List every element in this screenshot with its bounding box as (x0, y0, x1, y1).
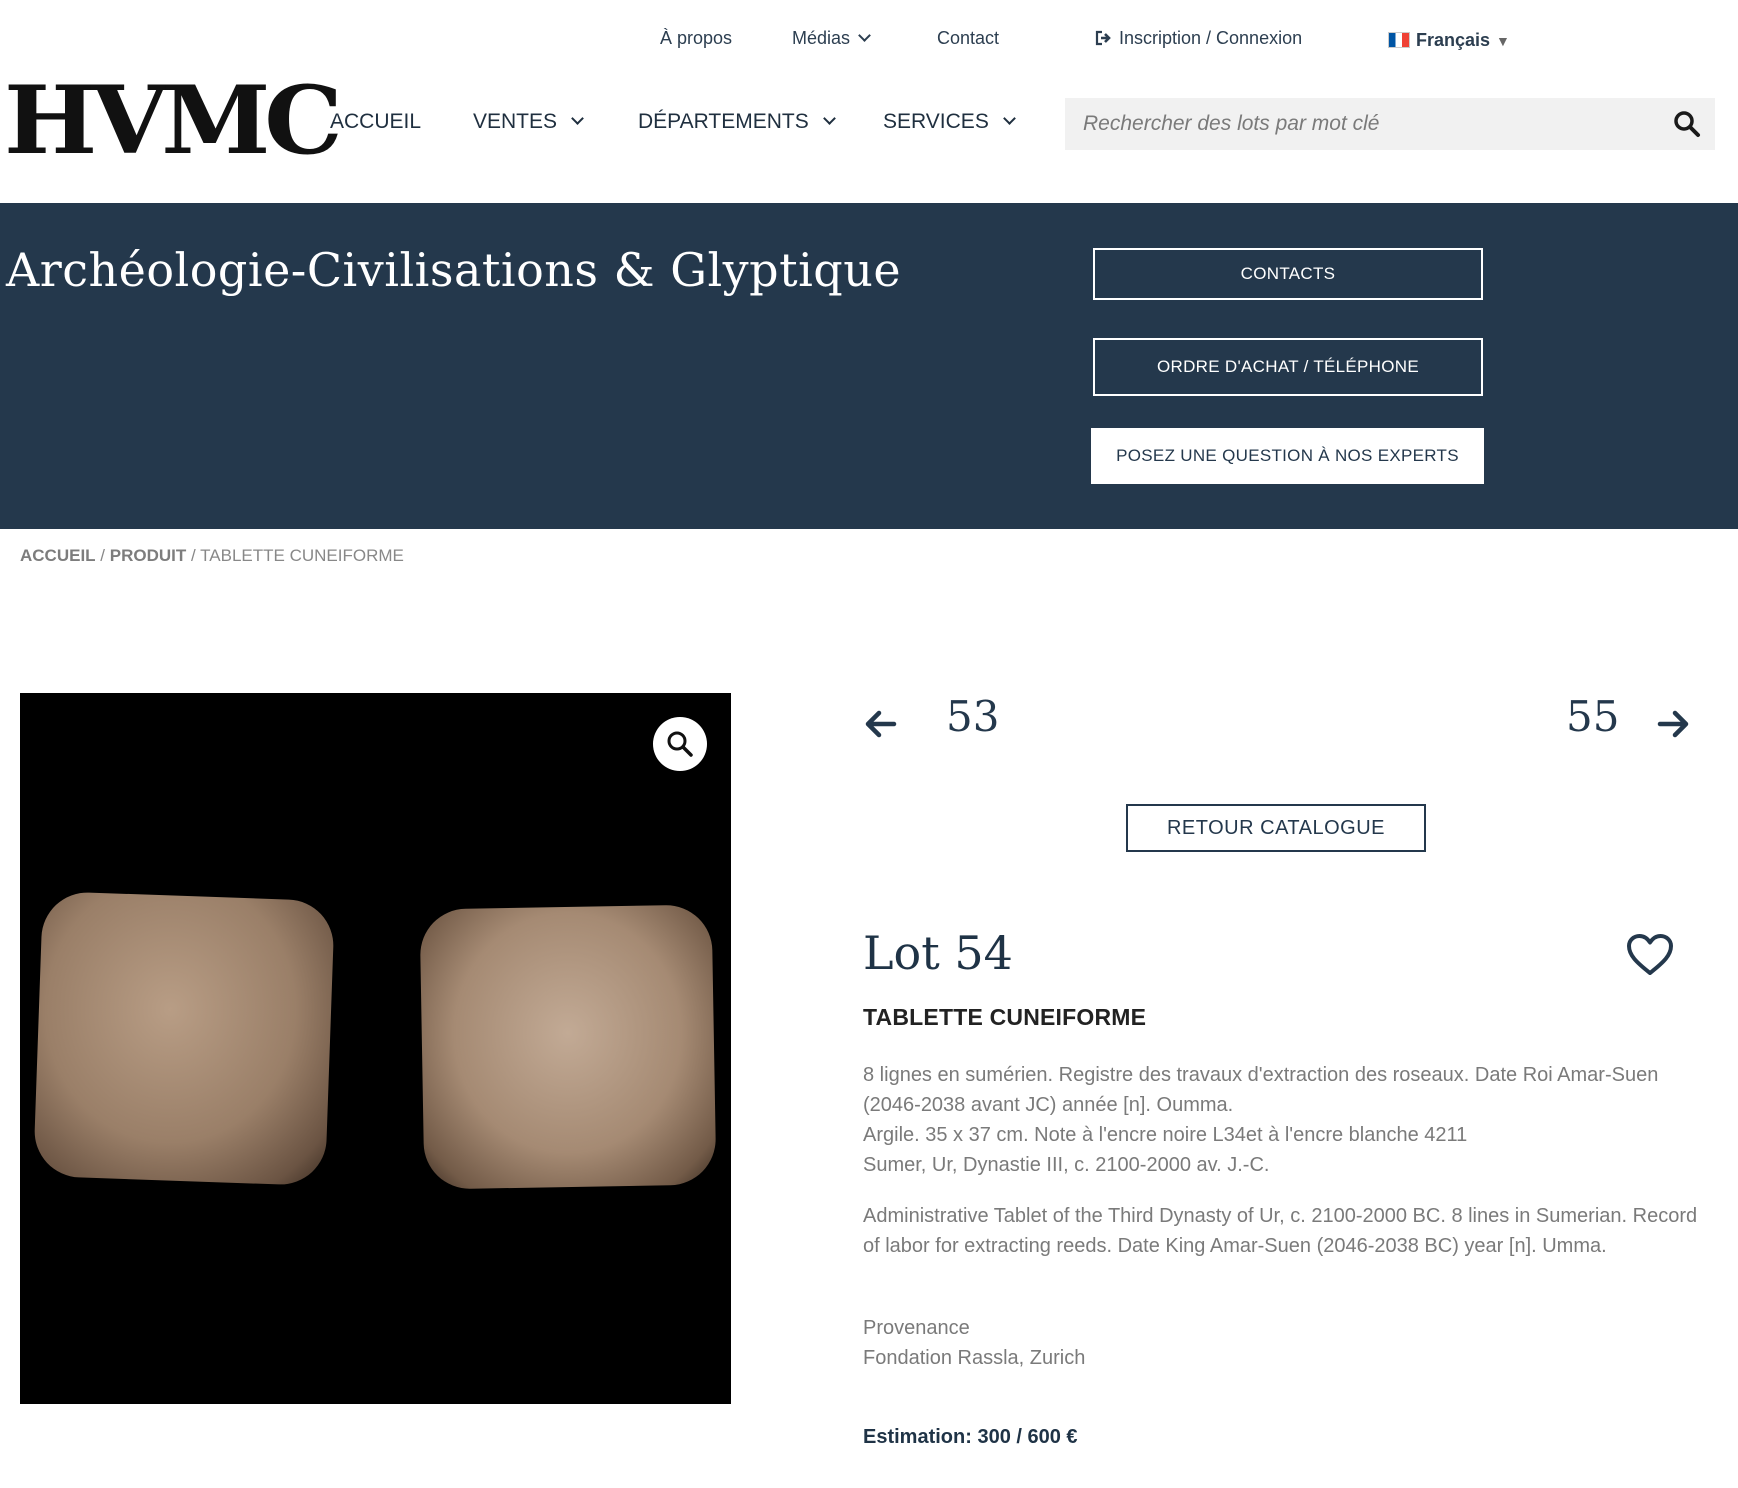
breadcrumb: ACCUEIL / PRODUIT / TABLETTE CUNEIFORME (20, 546, 404, 566)
arrow-left-icon[interactable] (862, 706, 898, 742)
breadcrumb-separator: / (100, 546, 106, 565)
top-link-about[interactable]: À propos (660, 28, 732, 49)
lot-name: TABLETTE CUNEIFORME (863, 1004, 1147, 1030)
product-image[interactable] (20, 693, 731, 1404)
nav-sales-label: VENTES (473, 110, 558, 133)
breadcrumb-separator: / (191, 546, 196, 565)
nav-services-label: SERVICES (883, 110, 989, 133)
description-fr-line: Argile. 35 x 37 cm. Note à l'encre noire… (863, 1124, 1468, 1146)
breadcrumb-current: TABLETTE CUNEIFORME (200, 546, 404, 565)
nav-home[interactable]: ACCUEIL (330, 110, 421, 134)
chevron-down-icon (1002, 112, 1016, 125)
nav-sales[interactable]: VENTES (473, 110, 584, 134)
nav-departments-label: DÉPARTEMENTS (638, 110, 809, 133)
login-link[interactable]: Inscription / Connexion (1095, 28, 1302, 49)
previous-lot-number[interactable]: 53 (946, 692, 999, 741)
back-to-catalogue-button[interactable]: RETOUR CATALOGUE (1126, 804, 1426, 852)
login-label: Inscription / Connexion (1119, 28, 1303, 48)
search-icon[interactable] (1673, 110, 1701, 138)
nav-departments[interactable]: DÉPARTEMENTS (638, 110, 836, 134)
department-title: Archéologie-Civilisations & Glyptique (6, 243, 902, 297)
nav-services[interactable]: SERVICES (883, 110, 1016, 134)
zoom-button[interactable] (653, 717, 707, 771)
breadcrumb-product[interactable]: PRODUIT (110, 546, 187, 565)
ask-expert-button[interactable]: POSEZ UNE QUESTION À NOS EXPERTS (1091, 428, 1484, 484)
sign-in-icon (1095, 30, 1111, 46)
heart-icon[interactable] (1626, 933, 1674, 977)
chevron-down-icon (822, 112, 836, 125)
estimation: Estimation: 300 / 600 € (863, 1426, 1078, 1448)
description-fr: 8 lignes en sumérien. Registre des trava… (863, 1060, 1703, 1180)
france-flag-icon (1388, 32, 1410, 48)
caret-down-icon: ▼ (1496, 33, 1510, 49)
description-fr-line: 8 lignes en sumérien. Registre des trava… (863, 1064, 1659, 1116)
top-link-media[interactable]: Médias (792, 28, 871, 49)
description-fr-line: Sumer, Ur, Dynastie III, c. 2100-2000 av… (863, 1154, 1270, 1176)
zoom-icon (667, 731, 693, 757)
provenance: Provenance Fondation Rassla, Zurich (863, 1313, 1703, 1373)
chevron-down-icon (858, 29, 871, 42)
department-banner: Archéologie-Civilisations & Glyptique CO… (0, 203, 1738, 529)
search-input[interactable] (1065, 98, 1643, 150)
search-bar (1065, 98, 1715, 150)
tablet-left-picture (33, 890, 335, 1187)
provenance-label: Provenance (863, 1317, 970, 1339)
contacts-button[interactable]: CONTACTS (1093, 248, 1483, 300)
arrow-right-icon[interactable] (1656, 706, 1692, 742)
lot-title: Lot 54 (863, 926, 1013, 980)
provenance-value: Fondation Rassla, Zurich (863, 1347, 1086, 1369)
breadcrumb-home[interactable]: ACCUEIL (20, 546, 96, 565)
description-en: Administrative Tablet of the Third Dynas… (863, 1205, 1698, 1257)
order-phone-button[interactable]: ORDRE D'ACHAT / TÉLÉPHONE (1093, 338, 1483, 396)
top-link-contact[interactable]: Contact (937, 28, 999, 49)
site-logo[interactable]: HVMC (4, 74, 343, 168)
next-lot-number[interactable]: 55 (1566, 692, 1619, 741)
tablet-right-picture (419, 904, 717, 1190)
language-label: Français (1416, 30, 1491, 50)
language-selector[interactable]: Français ▼ (1388, 30, 1510, 51)
chevron-down-icon (571, 112, 584, 125)
top-link-media-label: Médias (792, 28, 851, 48)
